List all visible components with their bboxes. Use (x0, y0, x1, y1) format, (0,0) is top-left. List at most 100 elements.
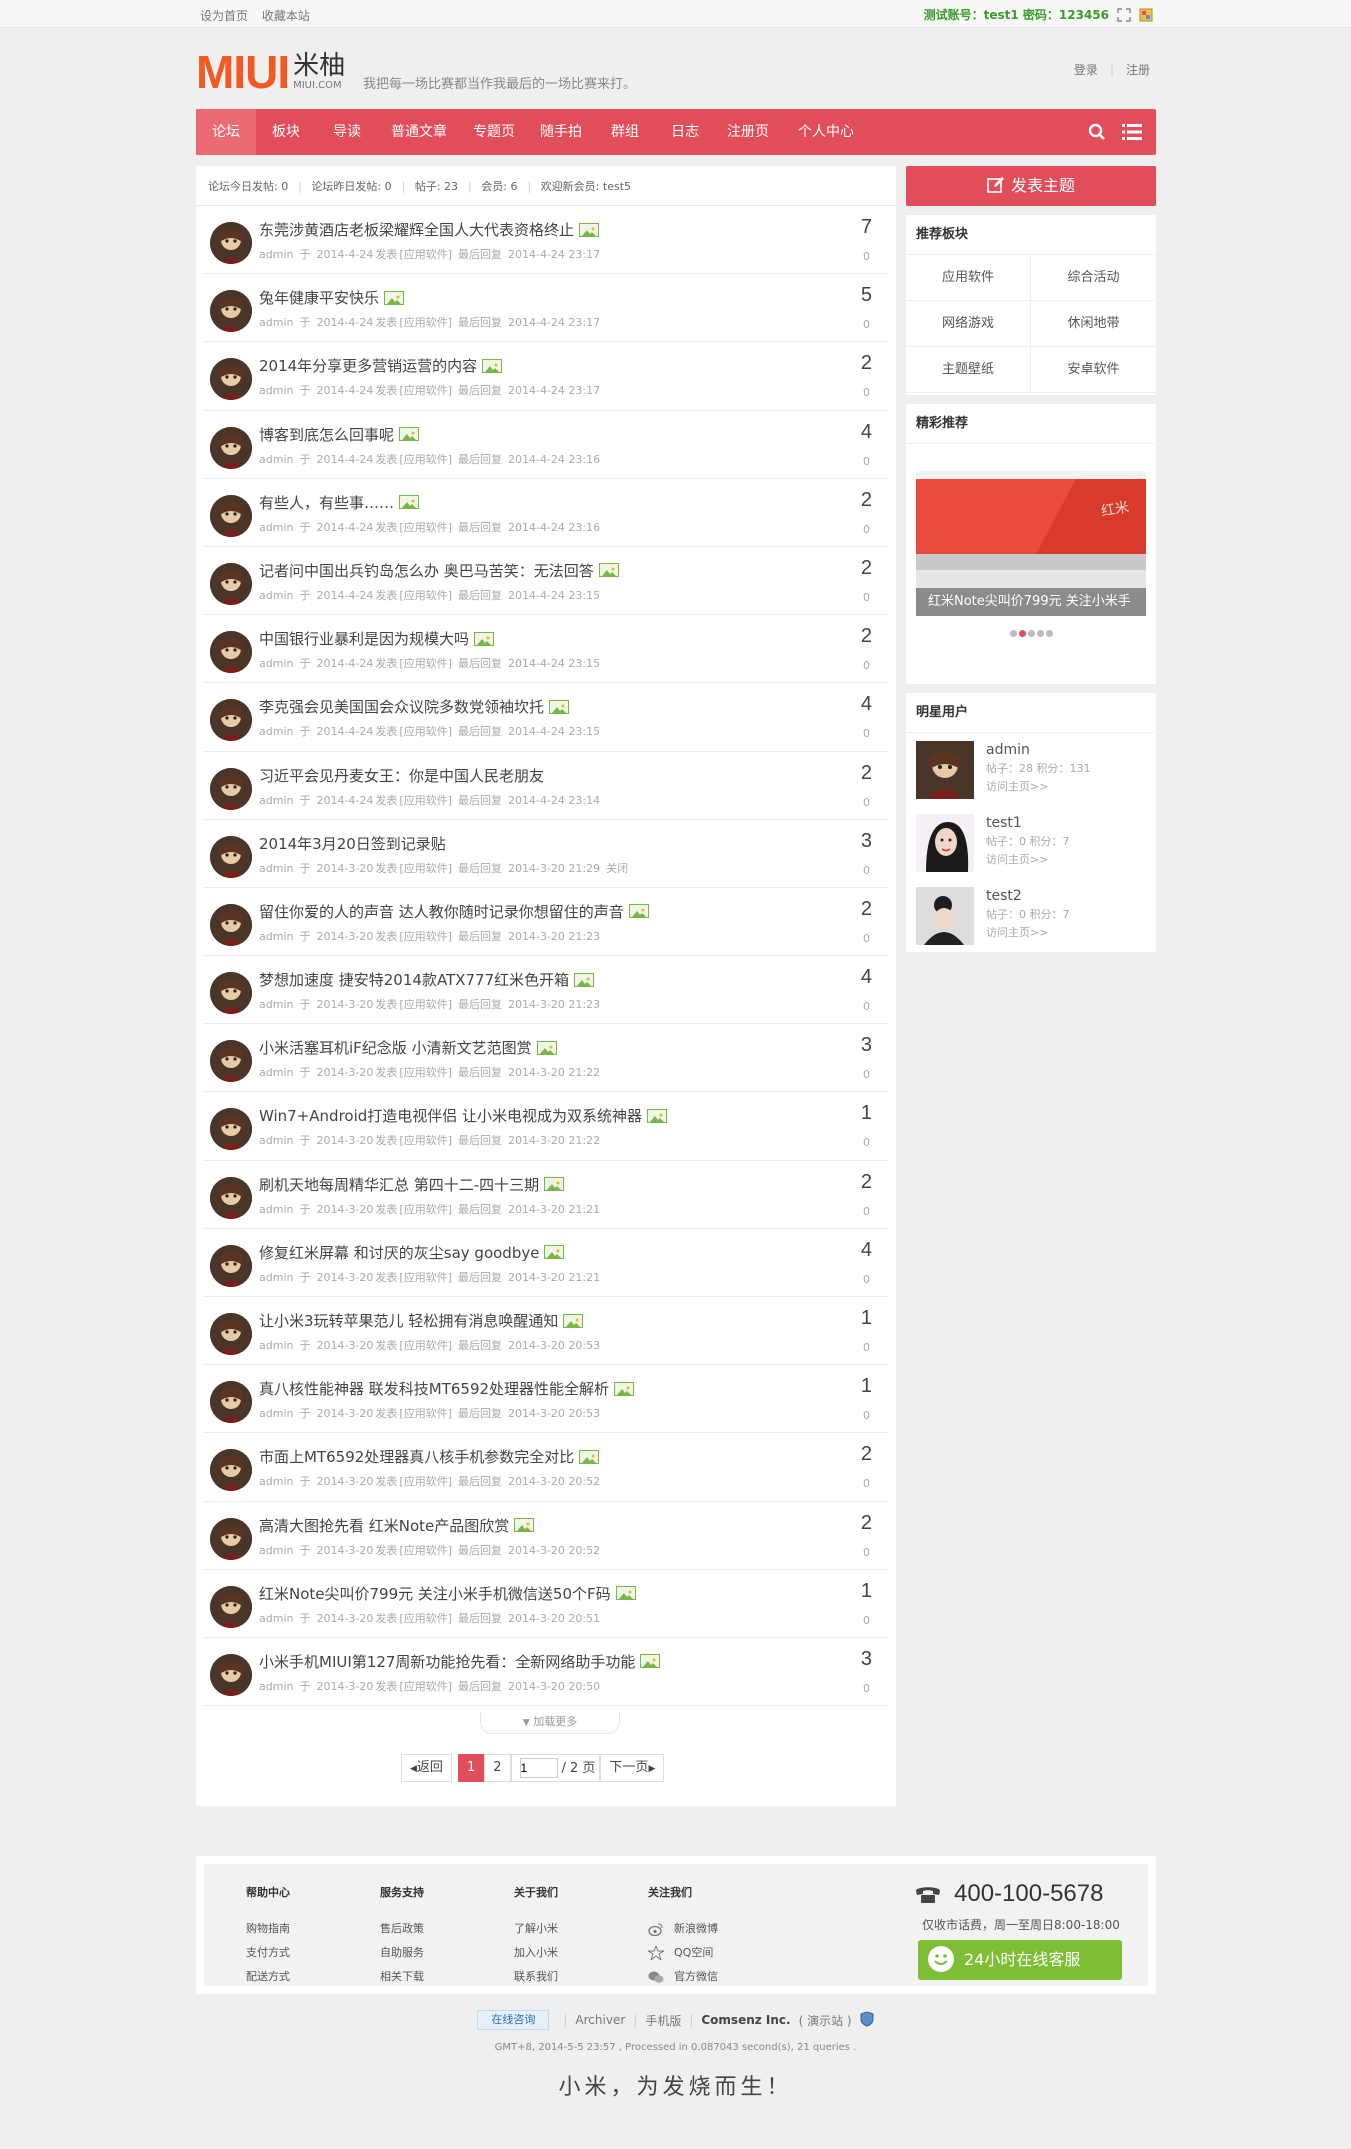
mobile-link[interactable]: 手机版 (645, 2012, 681, 2029)
forum-link[interactable]: 安卓软件 (1031, 347, 1156, 393)
thread-author[interactable]: admin (259, 1066, 293, 1079)
thread-forum[interactable]: [应用软件] (399, 1544, 452, 1557)
forum-link[interactable]: 主题壁纸 (906, 347, 1031, 393)
thread-forum[interactable]: [应用软件] (399, 589, 452, 602)
bookmark-link[interactable]: 收藏本站 (262, 9, 310, 23)
thread-forum[interactable]: [应用软件] (399, 384, 452, 397)
thread-forum[interactable]: [应用软件] (399, 1475, 452, 1488)
author-avatar[interactable] (210, 972, 252, 1015)
author-avatar[interactable] (210, 1381, 252, 1424)
load-more-button[interactable]: ▼ 加载更多 (480, 1712, 620, 1734)
footer-link[interactable]: QQ空间 (646, 1944, 718, 1968)
thread-author[interactable]: admin (259, 1544, 293, 1557)
thread-row[interactable]: 梦想加速度 捷安特2014款ATX777红米色开箱 admin 于 2014-3-20… (204, 956, 888, 1025)
footer-link[interactable]: 售后政策 (380, 1920, 424, 1944)
thread-author[interactable]: admin (259, 862, 293, 875)
fullscreen-icon[interactable] (1117, 7, 1131, 22)
thread-row[interactable]: 东莞涉黄酒店老板梁耀辉全国人大代表资格终止 admin 于 2014-4-24 发表 [应… (204, 206, 888, 275)
visit-home-link[interactable]: 访问主页>> (986, 924, 1048, 940)
author-avatar[interactable] (210, 1517, 252, 1560)
author-avatar[interactable] (210, 1244, 252, 1287)
nav-item[interactable]: 日志 (656, 109, 714, 155)
thread-title[interactable]: 博客到底怎么回事呢 (259, 424, 394, 445)
stat-newest-member[interactable]: 欢迎新会员: test5 (541, 180, 631, 193)
consult-button[interactable]: 在线咨询 (477, 2010, 550, 2030)
author-avatar[interactable] (210, 358, 252, 401)
thread-title[interactable]: 2014年3月20日签到记录贴 (259, 833, 446, 854)
footer-link[interactable]: 官方微信 (648, 1968, 718, 1992)
thread-title[interactable]: 真八核性能神器 联发科技MT6592处理器性能全解析 (259, 1378, 609, 1399)
thread-title[interactable]: 高清大图抢先看 红米Note产品图欣赏 (259, 1515, 509, 1536)
thread-author[interactable]: admin (259, 384, 293, 397)
thread-row[interactable]: 博客到底怎么回事呢 admin 于 2014-4-24 发表 [应用软件] 最后回复 2014… (204, 411, 888, 479)
user-name[interactable]: test1 (986, 815, 1022, 831)
slide-dot[interactable] (1046, 630, 1053, 637)
thread-forum[interactable]: [应用软件] (399, 725, 452, 738)
author-avatar[interactable] (210, 903, 252, 946)
author-avatar[interactable] (210, 222, 252, 264)
thread-author[interactable]: admin (259, 998, 293, 1011)
thread-forum[interactable]: [应用软件] (399, 794, 452, 807)
thread-row[interactable]: 市面上MT6592处理器真八核手机参数完全对比 admin 于 2014-3-20 发表… (204, 1433, 888, 1502)
thread-title[interactable]: 红米Note尖叫价799元 关注小米手机微信送50个F码 (259, 1583, 611, 1604)
author-avatar[interactable] (210, 1040, 252, 1083)
company-link[interactable]: Comsenz Inc. (701, 2013, 790, 2027)
thread-row[interactable]: 留住你爱的人的声音 达人教你随时记录你想留住的声音 admin 于 2014-3-20… (204, 888, 888, 957)
page-jump-input[interactable] (519, 1758, 558, 1778)
nav-item[interactable]: 导读 (316, 109, 378, 155)
slide-dot-active[interactable] (1019, 630, 1026, 637)
thread-title[interactable]: 刷机天地每周精华汇总 第四十二-四十三期 (259, 1174, 539, 1195)
set-home-link[interactable]: 设为首页 (200, 9, 248, 23)
thread-row[interactable]: 小米活塞耳机iF纪念版 小清新文艺范图赏 admin 于 2014-3-20 发表 [应用… (204, 1024, 888, 1093)
thread-title[interactable]: 中国银行业暴利是因为规模大吗 (259, 628, 469, 649)
user-name[interactable]: admin (986, 742, 1030, 758)
thread-author[interactable]: admin (259, 794, 293, 807)
slide-dot[interactable] (1010, 630, 1017, 637)
thread-forum[interactable]: [应用软件] (399, 1134, 452, 1147)
author-avatar[interactable] (210, 562, 252, 605)
forum-link[interactable]: 休闲地带 (1031, 301, 1156, 347)
author-avatar[interactable] (210, 426, 252, 469)
footer-link[interactable]: 联系我们 (514, 1968, 558, 1992)
footer-link[interactable]: 加入小米 (514, 1944, 558, 1968)
forum-link[interactable]: 网络游戏 (906, 301, 1031, 347)
thread-author[interactable]: admin (259, 521, 293, 534)
footer-link[interactable]: 了解小米 (514, 1920, 558, 1944)
thread-forum[interactable]: [应用软件] (399, 998, 452, 1011)
author-avatar[interactable] (210, 494, 252, 537)
thread-title[interactable]: 留住你爱的人的声音 达人教你随时记录你想留住的声音 (259, 901, 624, 922)
thread-forum[interactable]: [应用软件] (399, 521, 452, 534)
thread-row[interactable]: 2014年分享更多营销运营的内容 admin 于 2014-4-24 发表 [应用软件] 最… (204, 342, 888, 411)
author-avatar[interactable] (210, 1653, 252, 1696)
thread-row[interactable]: 有些人，有些事…… admin 于 2014-4-24 发表 [应用软件] 最后回复 2014… (204, 479, 888, 547)
thread-author[interactable]: admin (259, 930, 293, 943)
thread-author[interactable]: admin (259, 453, 293, 466)
footer-link[interactable]: 配送方式 (246, 1968, 290, 1992)
author-avatar[interactable] (210, 631, 252, 674)
forum-link[interactable]: 综合活动 (1031, 255, 1156, 301)
author-avatar[interactable] (210, 699, 252, 742)
skin-icon[interactable] (1139, 8, 1153, 22)
online-service-button[interactable]: 24小时在线客服 (918, 1940, 1122, 1980)
slide-dot[interactable] (1028, 630, 1035, 637)
featured-slide[interactable]: 红米 红米Note尖叫价799元 关注小米手 (916, 471, 1146, 616)
thread-row[interactable]: 让小米3玩转苹果范儿 轻松拥有消息唤醒通知 admin 于 2014-3-20 发表 [应… (204, 1297, 888, 1366)
nav-item[interactable]: 普通文章 (378, 109, 460, 155)
thread-forum[interactable]: [应用软件] (399, 1612, 452, 1625)
thread-title[interactable]: 东莞涉黄酒店老板梁耀辉全国人大代表资格终止 (259, 219, 574, 240)
footer-link[interactable]: 自助服务 (380, 1944, 424, 1968)
thread-author[interactable]: admin (259, 589, 293, 602)
register-link[interactable]: 注册 (1126, 63, 1150, 77)
back-button[interactable]: ◀返回 (401, 1754, 452, 1782)
thread-title[interactable]: 小米手机MIUI第127周新功能抢先看：全新网络助手功能 (259, 1651, 635, 1672)
thread-forum[interactable]: [应用软件] (399, 1271, 452, 1284)
author-avatar[interactable] (210, 1108, 252, 1151)
thread-author[interactable]: admin (259, 657, 293, 670)
thread-forum[interactable]: [应用软件] (399, 930, 452, 943)
thread-row[interactable]: 记者问中国出兵钓岛怎么办 奥巴马苦笑：无法回答 admin 于 2014-4-24 发表… (204, 547, 888, 616)
thread-title[interactable]: 小米活塞耳机iF纪念版 小清新文艺范图赏 (259, 1037, 532, 1058)
nav-item[interactable]: 随手拍 (528, 109, 594, 155)
thread-title[interactable]: 兔年健康平安快乐 (259, 287, 379, 308)
slide-dot[interactable] (1037, 630, 1044, 637)
thread-forum[interactable]: [应用软件] (399, 1339, 452, 1352)
